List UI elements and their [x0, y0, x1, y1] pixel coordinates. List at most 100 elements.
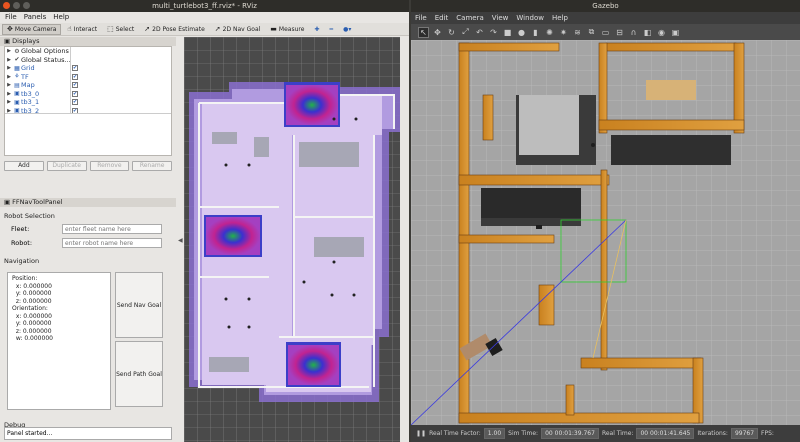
expand-arrow-icon[interactable]: ▶ — [5, 99, 13, 105]
gazebo-window: Gazebo File Edit Camera View Window Help ↖ ✥ ↻ ⤢… — [411, 0, 800, 442]
translate-icon[interactable]: ✥ — [433, 28, 442, 37]
display-item-label: Map — [21, 81, 35, 90]
close-window-button[interactable] — [3, 2, 10, 9]
menu-help[interactable]: Help — [53, 12, 69, 23]
pose-line: x: 0.000000 — [12, 312, 52, 320]
collapse-left-icon[interactable]: ◀ — [178, 237, 183, 244]
display-item-label: TF — [21, 72, 29, 81]
display-item-label: tb3_1 — [21, 98, 40, 107]
add-display-button[interactable]: Add — [4, 161, 44, 171]
rviz-3d-view[interactable] — [184, 37, 400, 442]
move-camera-icon: ✥ — [7, 24, 13, 33]
tool-label: Select — [115, 25, 135, 33]
remove-tool-icon[interactable]: ━ — [325, 24, 337, 35]
gazebo-titlebar[interactable]: Gazebo — [411, 0, 800, 12]
send-nav-goal-button[interactable]: Send Nav Goal — [115, 272, 163, 338]
display-item-tb3-1[interactable]: ▶ ▣ tb3_1 ✔ — [5, 98, 171, 107]
rviz-right-splitter[interactable] — [400, 37, 409, 442]
display-enable-checkbox[interactable]: ✔ — [72, 82, 78, 89]
rotate-icon[interactable]: ↻ — [447, 28, 456, 37]
fleet-input[interactable] — [62, 224, 162, 234]
expand-arrow-icon[interactable]: ▶ — [5, 74, 13, 80]
tool-select-button[interactable]: ⬚ Select — [103, 24, 138, 35]
grid-icon: ▦ — [14, 64, 20, 72]
display-item-global-status-[interactable]: ▶ ✔ Global Status... — [5, 56, 171, 65]
gz-menu-view[interactable]: View — [492, 12, 509, 24]
sphere-icon[interactable]: ● — [517, 28, 526, 37]
display-item-label: Grid — [21, 64, 35, 73]
spot-light-icon[interactable]: ✷ — [559, 28, 568, 37]
change-view-icon[interactable]: ◧ — [643, 28, 652, 37]
pause-button[interactable]: ❚❚ — [416, 430, 426, 437]
pose-line: y: 0.000000 — [12, 290, 52, 297]
display-item-label: Global Options — [21, 47, 69, 56]
add-tool-icon[interactable]: ✚ — [310, 24, 323, 35]
rviz-window: multi_turtlebot3_ff.rviz* - RViz File Pan… — [0, 0, 409, 442]
rviz-titlebar[interactable]: multi_turtlebot3_ff.rviz* - RViz — [0, 0, 409, 12]
directional-light-icon[interactable]: ≋ — [573, 28, 582, 37]
duplicate-display-button[interactable]: Duplicate — [46, 161, 87, 171]
display-item-global-options[interactable]: ▶ ⚙ Global Options — [5, 47, 171, 56]
snap-icon[interactable]: ∩ — [629, 28, 638, 37]
paste-icon[interactable]: ▭ — [601, 28, 610, 37]
menu-file[interactable]: File — [5, 12, 17, 23]
expand-arrow-icon[interactable]: ▶ — [5, 48, 13, 54]
cylinder-icon[interactable]: ▮ — [531, 28, 540, 37]
tool-2d-nav-goal-button[interactable]: ➚ 2D Nav Goal — [211, 24, 265, 35]
screenshot-icon[interactable]: ◉ — [657, 28, 666, 37]
pose-line: Position: — [12, 275, 38, 282]
display-item-map[interactable]: ▶ ▤ Map ✔ — [5, 81, 171, 90]
expand-arrow-icon[interactable]: ▶ — [5, 65, 13, 71]
record-icon[interactable]: ▣ — [671, 28, 680, 37]
copy-icon[interactable]: ⧉ — [587, 27, 596, 37]
expand-arrow-icon[interactable]: ▶ — [5, 57, 13, 63]
expand-arrow-icon[interactable]: ▶ — [5, 91, 13, 97]
expand-arrow-icon[interactable]: ▶ — [5, 82, 13, 88]
gz-menu-file[interactable]: File — [415, 12, 427, 24]
display-enable-checkbox[interactable]: ✔ — [72, 99, 78, 106]
minimize-window-button[interactable] — [13, 2, 20, 9]
display-item-label: tb3_0 — [21, 89, 40, 98]
rtf-label: Real Time Factor: — [429, 430, 481, 437]
scale-icon[interactable]: ⤢ — [461, 27, 470, 37]
send-path-goal-button[interactable]: Send Path Goal — [115, 341, 163, 407]
gz-menu-camera[interactable]: Camera — [456, 12, 483, 24]
tool-move-camera-button[interactable]: ✥ Move Camera — [2, 23, 62, 35]
display-item-tb3-0[interactable]: ▶ ▣ tb3_0 ✔ — [5, 90, 171, 99]
panel-icon: ▣ — [4, 37, 11, 45]
display-item-tf[interactable]: ▶ ⚘ TF ✔ — [5, 73, 171, 82]
remove-display-button[interactable]: Remove — [89, 161, 130, 171]
align-icon[interactable]: ⊟ — [615, 28, 624, 37]
undo-icon[interactable]: ↶ — [475, 28, 484, 37]
box-icon[interactable]: ■ — [503, 28, 512, 37]
tool-interact-button[interactable]: ☝ Interact — [63, 24, 101, 35]
redo-icon[interactable]: ↷ — [489, 28, 498, 37]
select-mode-icon[interactable]: ↖ — [418, 26, 429, 38]
tool-measure-button[interactable]: ▬ Measure — [266, 24, 308, 35]
gz-menu-window[interactable]: Window — [516, 12, 544, 24]
sim-time-label: Sim Time: — [508, 430, 539, 437]
nav-goal-icon: ➚ — [214, 24, 221, 33]
tool-label: 2D Pose Estimate — [152, 25, 205, 33]
gz-menu-help[interactable]: Help — [552, 12, 568, 24]
tool-2d-pose-estimate-button[interactable]: ➚ 2D Pose Estimate — [140, 24, 209, 35]
display-item-grid[interactable]: ▶ ▦ Grid ✔ — [5, 64, 171, 73]
menu-panels[interactable]: Panels — [24, 12, 47, 23]
real-time-label: Real Time: — [601, 430, 634, 437]
display-item-label: Global Status... — [21, 55, 71, 64]
display-enable-checkbox[interactable]: ✔ — [72, 65, 78, 72]
camera-options-icon[interactable]: ●▾ — [339, 24, 355, 35]
display-enable-checkbox[interactable]: ✔ — [72, 90, 78, 97]
sim-time-value: 00 00:01:39.767 — [541, 428, 599, 439]
fps-label: FPS: — [761, 430, 774, 437]
rename-display-button[interactable]: Rename — [132, 161, 172, 171]
robot-input[interactable] — [62, 238, 162, 248]
gz-menu-edit[interactable]: Edit — [435, 12, 449, 24]
gazebo-3d-scene[interactable] — [411, 40, 800, 425]
point-light-icon[interactable]: ✺ — [545, 28, 554, 37]
pose-line: w: 0.000000 — [12, 335, 53, 342]
maximize-window-button[interactable] — [23, 2, 30, 9]
display-enable-checkbox[interactable]: ✔ — [72, 73, 78, 80]
robot-costmap-tb3-1 — [204, 215, 262, 257]
panel-splitter[interactable]: ◀ — [176, 37, 184, 442]
